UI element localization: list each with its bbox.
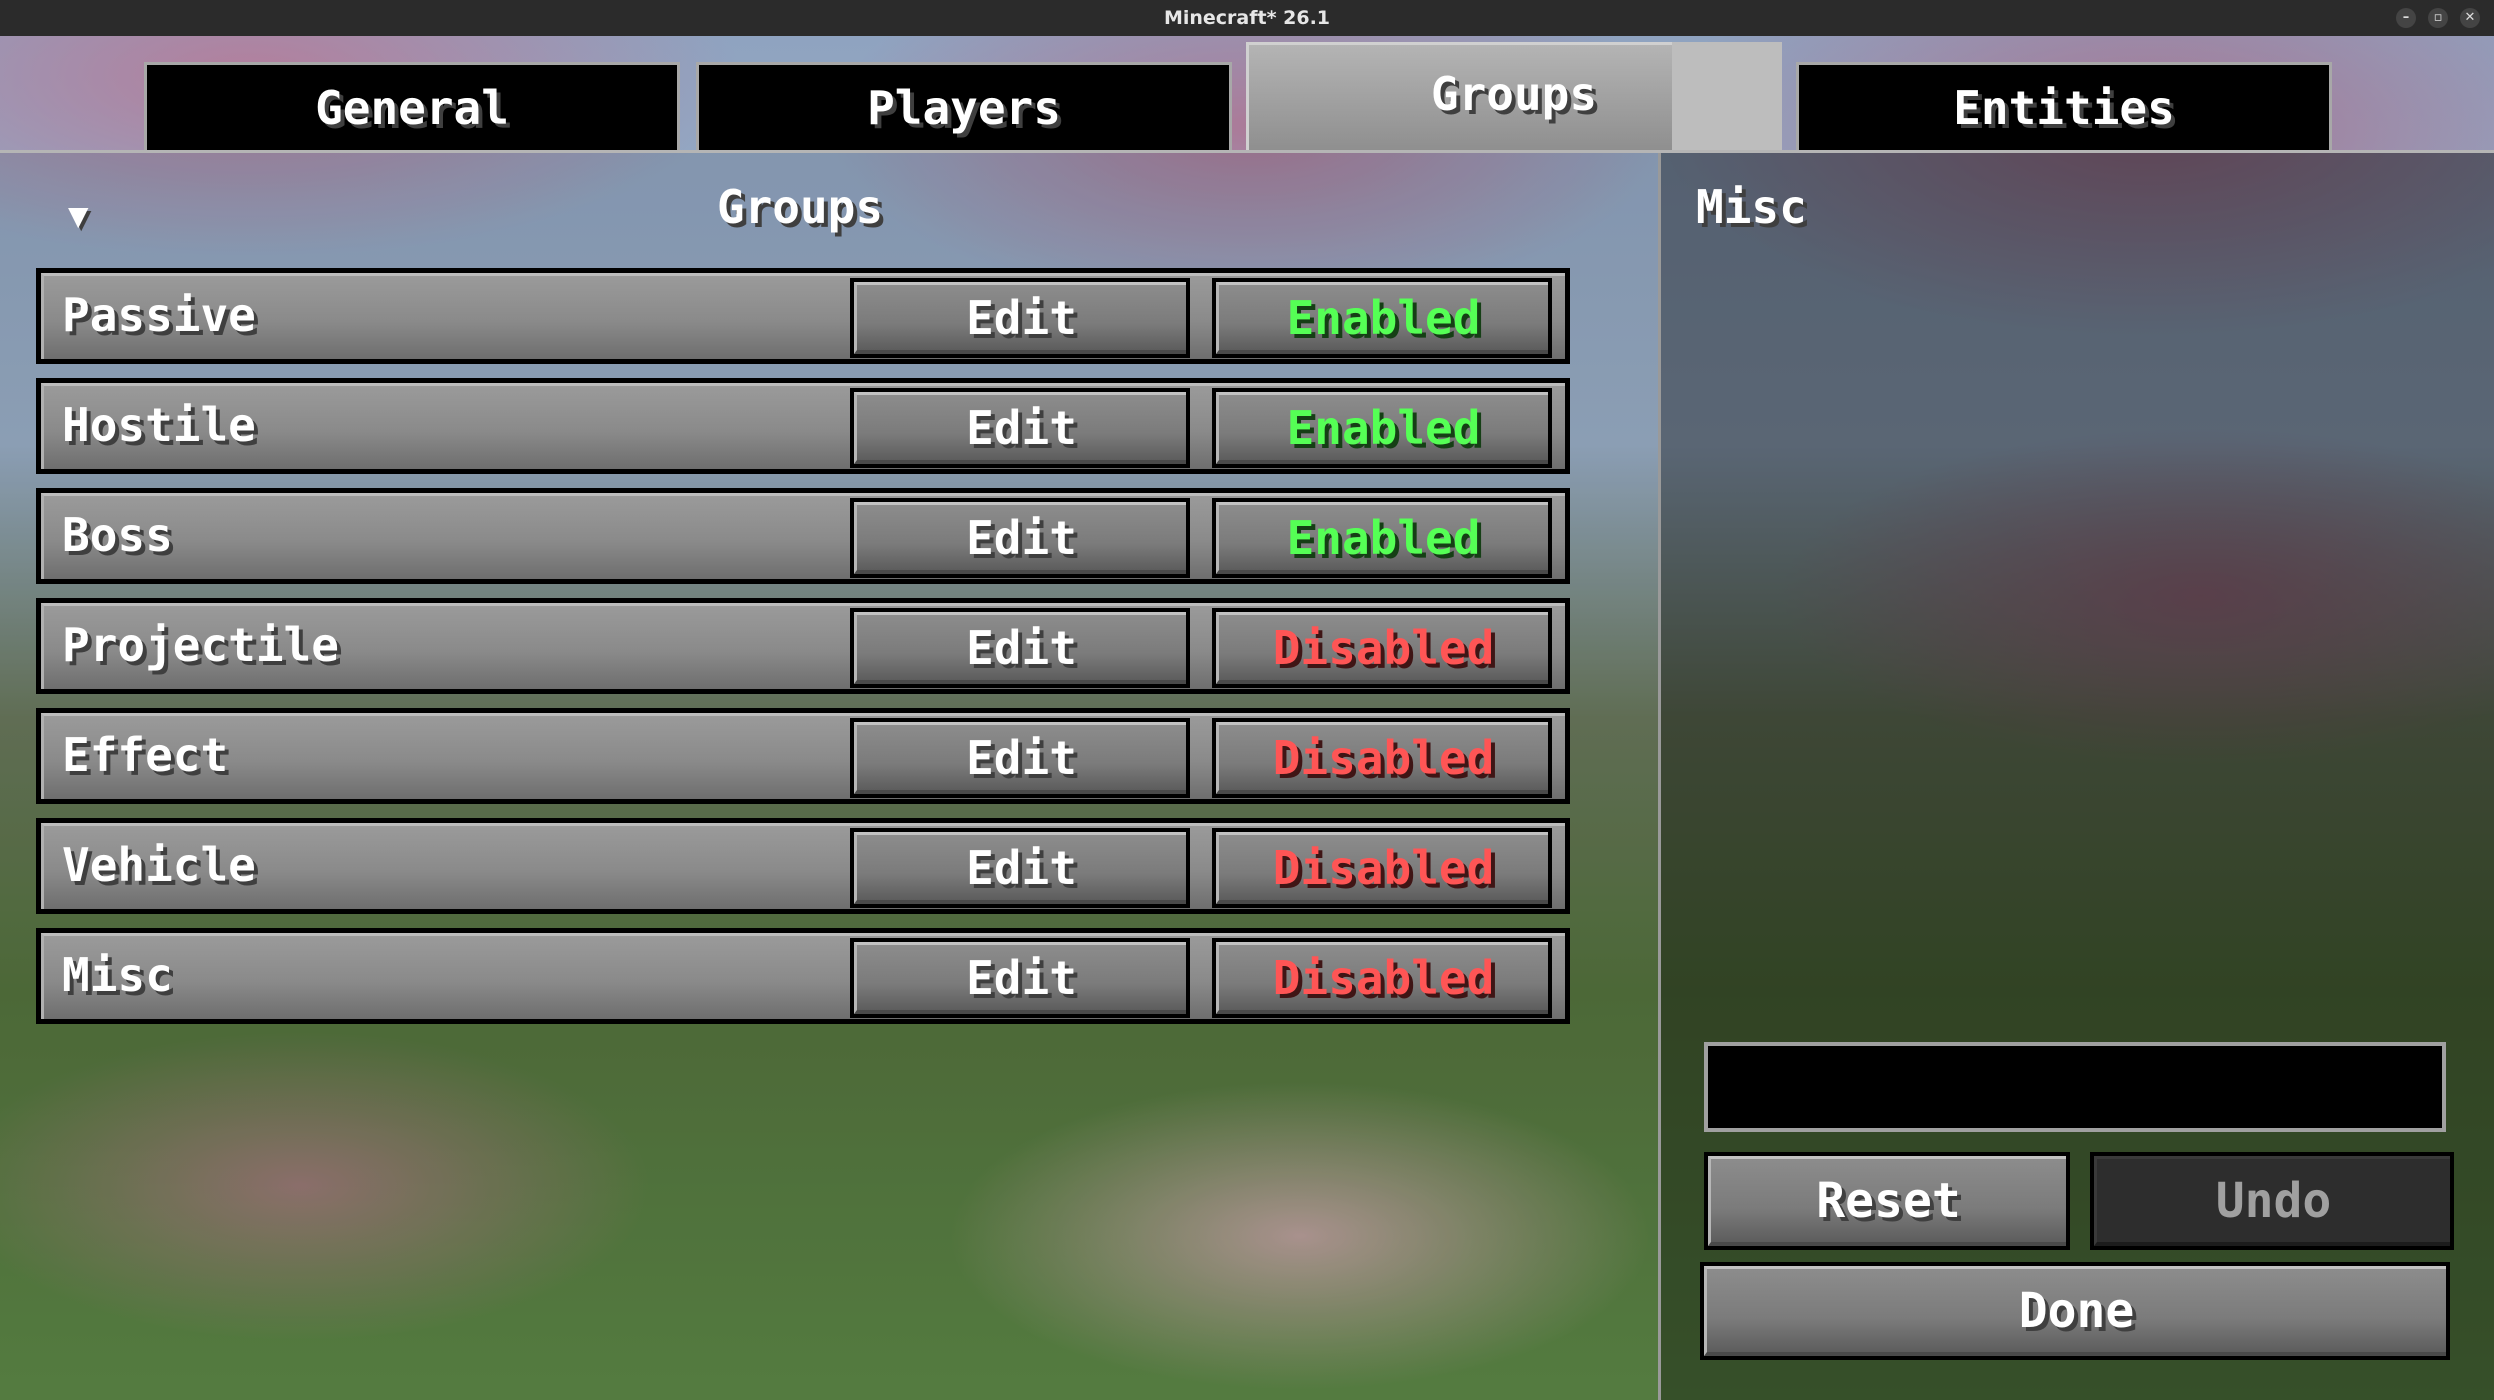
edit-button-label: Edit — [854, 392, 1186, 464]
window-titlebar: Minecraft* 26.1 – ▫ ✕ — [0, 0, 2494, 36]
done-button[interactable]: Done — [1700, 1262, 2450, 1360]
done-button-label: Done — [1704, 1266, 2446, 1356]
group-name: Projectile — [62, 618, 339, 672]
row-background: Passive Edit Enabled — [41, 273, 1565, 359]
edit-button-label: Edit — [854, 612, 1186, 684]
row-background: Effect Edit Disabled — [41, 713, 1565, 799]
edit-button-label: Edit — [854, 942, 1186, 1014]
toggle-button-label: Disabled — [1216, 722, 1548, 794]
edit-button[interactable]: Edit — [850, 718, 1190, 798]
group-row-effect[interactable]: Effect Edit Disabled — [36, 708, 1570, 804]
edit-button[interactable]: Edit — [850, 608, 1190, 688]
group-name: Vehicle — [62, 838, 256, 892]
group-row-passive[interactable]: Passive Edit Enabled — [36, 268, 1570, 364]
tab-groups[interactable]: Groups — [1246, 42, 1782, 150]
group-row-boss[interactable]: Boss Edit Enabled — [36, 488, 1570, 584]
group-name: Effect — [62, 728, 229, 782]
group-name: Misc — [62, 948, 173, 1002]
tab-players[interactable]: Players — [696, 62, 1232, 150]
group-row-misc[interactable]: Misc Edit Disabled — [36, 928, 1570, 1024]
tab-general-label: General — [315, 80, 509, 135]
window-title: Minecraft* 26.1 — [1163, 7, 1331, 29]
list-title: Groups — [716, 180, 884, 234]
tab-general[interactable]: General — [144, 62, 680, 150]
row-background: Vehicle Edit Disabled — [41, 823, 1565, 909]
tab-divider — [0, 150, 2494, 153]
toggle-button-label: Enabled — [1216, 282, 1548, 354]
maximize-icon[interactable]: ▫ — [2428, 8, 2448, 28]
close-icon[interactable]: ✕ — [2460, 8, 2480, 28]
edit-button[interactable]: Edit — [850, 938, 1190, 1018]
row-background: Boss Edit Enabled — [41, 493, 1565, 579]
reset-button[interactable]: Reset — [1704, 1152, 2070, 1250]
edit-button[interactable]: Edit — [850, 498, 1190, 578]
toggle-button[interactable]: Disabled — [1212, 608, 1552, 688]
row-background: Misc Edit Disabled — [41, 933, 1565, 1019]
reset-button-label: Reset — [1708, 1156, 2066, 1246]
tab-groups-label: Groups — [1430, 67, 1598, 121]
edit-button[interactable]: Edit — [850, 388, 1190, 468]
toggle-button-label: Enabled — [1216, 392, 1548, 464]
toggle-button-label: Disabled — [1216, 942, 1548, 1014]
group-name: Hostile — [62, 398, 256, 452]
toggle-button[interactable]: Disabled — [1212, 828, 1552, 908]
toggle-button[interactable]: Enabled — [1212, 498, 1552, 578]
minimize-icon[interactable]: – — [2396, 8, 2416, 28]
toggle-button[interactable]: Enabled — [1212, 278, 1552, 358]
group-row-hostile[interactable]: Hostile Edit Enabled — [36, 378, 1570, 474]
edit-button-label: Edit — [854, 832, 1186, 904]
toggle-button[interactable]: Disabled — [1212, 938, 1552, 1018]
undo-button[interactable]: Undo — [2090, 1152, 2454, 1250]
tab-entities-label: Entities — [1953, 80, 2175, 135]
undo-button-label: Undo — [2094, 1156, 2450, 1246]
toggle-button-label: Enabled — [1216, 502, 1548, 574]
collapse-arrow-icon[interactable]: ▼ — [68, 196, 88, 236]
tab-players-label: Players — [867, 80, 1061, 135]
toggle-button-label: Disabled — [1216, 612, 1548, 684]
group-row-vehicle[interactable]: Vehicle Edit Disabled — [36, 818, 1570, 914]
edit-button[interactable]: Edit — [850, 828, 1190, 908]
toggle-button[interactable]: Enabled — [1212, 388, 1552, 468]
row-background: Hostile Edit Enabled — [41, 383, 1565, 469]
group-name: Boss — [62, 508, 173, 562]
group-row-projectile[interactable]: Projectile Edit Disabled — [36, 598, 1570, 694]
toggle-button-label: Disabled — [1216, 832, 1548, 904]
toggle-button[interactable]: Disabled — [1212, 718, 1552, 798]
tab-entities[interactable]: Entities — [1796, 62, 2332, 150]
panel-title: Misc — [1696, 180, 1807, 234]
window-controls: – ▫ ✕ — [2396, 8, 2480, 28]
edit-button[interactable]: Edit — [850, 278, 1190, 358]
row-background: Projectile Edit Disabled — [41, 603, 1565, 689]
edit-button-label: Edit — [854, 502, 1186, 574]
edit-button-label: Edit — [854, 722, 1186, 794]
group-name: Passive — [62, 288, 256, 342]
text-input-box[interactable] — [1704, 1042, 2446, 1132]
edit-button-label: Edit — [854, 282, 1186, 354]
